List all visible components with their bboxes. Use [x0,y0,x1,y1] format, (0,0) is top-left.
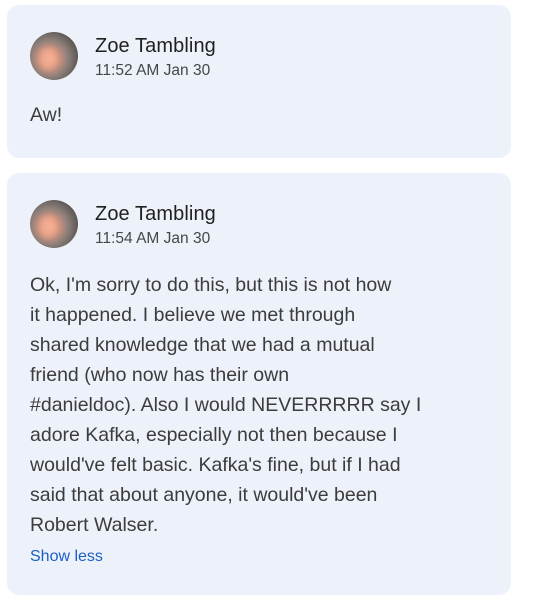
comment-timestamp: 11:52 AM Jan 30 [95,62,211,79]
show-less-link[interactable]: Show less [30,548,103,566]
avatar[interactable] [30,200,78,248]
comment-author: Zoe Tambling [95,35,216,57]
comment-text: Ok, I'm sorry to do this, but this is no… [30,274,422,536]
comment-card: Zoe Tambling 11:52 AM Jan 30 Aw! [7,5,511,158]
comment-timestamp: 11:54 AM Jan 30 [95,230,211,247]
comment-author: Zoe Tambling [95,203,216,225]
avatar[interactable] [30,32,78,80]
comment-text: Aw! [30,104,63,126]
comment-card: Zoe Tambling 11:54 AM Jan 30 Ok, I'm sor… [7,173,511,595]
